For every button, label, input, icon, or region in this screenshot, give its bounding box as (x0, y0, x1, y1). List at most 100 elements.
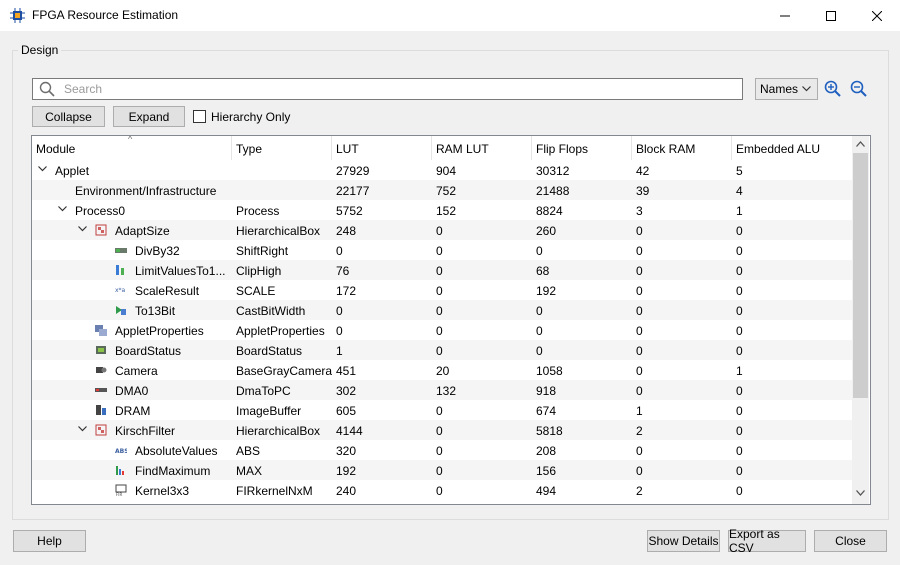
cell-ramlut: 0 (436, 484, 443, 498)
zoom-in-icon[interactable] (824, 80, 841, 97)
cell-lut: 172 (336, 284, 357, 298)
cell-alu: 0 (736, 344, 743, 358)
show-details-button[interactable]: Show Details (647, 530, 720, 552)
cell-module: AdaptSize (115, 224, 170, 238)
cell-module: DivBy32 (135, 244, 180, 258)
view-mode-value: Names (760, 82, 799, 96)
expand-toggle-chevron-down-icon[interactable] (37, 163, 47, 175)
collapse-button[interactable]: Collapse (32, 106, 105, 127)
cell-module: BoardStatus (115, 344, 182, 358)
hierarchy-only-checkbox[interactable] (193, 110, 206, 123)
column-header-block-ram[interactable]: Block RAM (632, 136, 732, 160)
cell-module: AppletProperties (115, 324, 204, 338)
expand-button[interactable]: Expand (113, 106, 185, 127)
scroll-down-icon[interactable] (856, 490, 865, 496)
expand-toggle-chevron-down-icon[interactable] (77, 223, 87, 235)
cell-bram: 0 (636, 284, 643, 298)
column-header-type[interactable]: Type (232, 136, 332, 160)
zoom-out-icon[interactable] (850, 80, 867, 97)
dma-icon (95, 384, 107, 396)
cell-ff: 0 (536, 344, 543, 358)
close-button[interactable]: Close (814, 530, 887, 552)
table-row[interactable]: LimitValuesTo1... ClipHigh 76 0 68 0 0 (32, 260, 852, 280)
cell-ff: 192 (536, 284, 557, 298)
cell-alu: 0 (736, 324, 743, 338)
table-row[interactable]: x*a ScaleResult SCALE 172 0 192 0 0 (32, 280, 852, 300)
cell-type: SCALE (236, 284, 276, 298)
column-header-ram-lut[interactable]: RAM LUT (432, 136, 532, 160)
table-row[interactable]: To13Bit CastBitWidth 0 0 0 0 0 (32, 300, 852, 320)
column-header-lut[interactable]: LUT (332, 136, 432, 160)
help-button[interactable]: Help (13, 530, 86, 552)
table-row[interactable]: Camera BaseGrayCamera 451 20 1058 0 1 (32, 360, 852, 380)
cell-alu: 0 (736, 444, 743, 458)
cell-ramlut: 0 (436, 444, 443, 458)
table-row[interactable]: FIR Kernel3x3 FIRkernelNxM 240 0 494 2 0 (32, 480, 852, 500)
search-input[interactable]: Search (32, 78, 743, 100)
cell-bram: 3 (636, 204, 643, 218)
cell-ff: 21488 (536, 184, 570, 198)
cell-module: FindMaximum (135, 464, 211, 478)
cell-ff: 0 (536, 324, 543, 338)
cell-alu: 0 (736, 424, 743, 438)
cell-ff: 0 (536, 244, 543, 258)
table-row[interactable]: DMA0 DmaToPC 302 132 918 0 0 (32, 380, 852, 400)
table-row[interactable]: FindMaximum MAX 192 0 156 0 0 (32, 460, 852, 480)
table-row[interactable]: DRAM ImageBuffer 605 0 674 1 0 (32, 400, 852, 420)
cell-ramlut: 0 (436, 344, 443, 358)
table-row[interactable]: AppletProperties AppletProperties 0 0 0 0 0 (32, 320, 852, 340)
cell-type: ShiftRight (236, 244, 289, 258)
cell-type: HierarchicalBox (236, 424, 321, 438)
cell-type: BoardStatus (236, 344, 303, 358)
export-csv-button[interactable]: Export as CSV (728, 527, 806, 555)
window-title: FPGA Resource Estimation (32, 8, 179, 22)
table-row[interactable]: Environment/Infrastructure 22177 752 21488 3… (32, 180, 852, 200)
cell-type: DmaToPC (236, 384, 291, 398)
cell-ramlut: 0 (436, 284, 443, 298)
shift-right-icon (115, 244, 127, 256)
table-row[interactable]: AdaptSize HierarchicalBox 248 0 260 0 0 (32, 220, 852, 240)
scrollbar-thumb[interactable] (853, 153, 868, 398)
cell-lut: 76 (336, 264, 350, 278)
expand-toggle-chevron-down-icon[interactable] (57, 203, 67, 215)
scroll-up-icon[interactable] (856, 141, 865, 147)
svg-text:ABS: ABS (115, 448, 127, 455)
vertical-scrollbar[interactable] (852, 136, 869, 504)
cell-bram: 0 (636, 464, 643, 478)
hierarchy-only-label[interactable]: Hierarchy Only (211, 110, 290, 124)
view-mode-select[interactable]: Names (755, 78, 818, 100)
board-status-icon (95, 344, 107, 356)
cell-ramlut: 0 (436, 404, 443, 418)
cell-alu: 0 (736, 464, 743, 478)
cell-ff: 68 (536, 264, 550, 278)
cell-type: ImageBuffer (236, 404, 302, 418)
column-header-embedded-alu[interactable]: Embedded ALU (732, 136, 852, 160)
cell-lut: 27929 (336, 164, 370, 178)
table-row[interactable]: ABS AbsoluteValues ABS 320 0 208 0 0 (32, 440, 852, 460)
cell-module: Kernel3x3 (135, 484, 190, 498)
cell-ramlut: 0 (436, 224, 443, 238)
table-row[interactable]: DivBy32 ShiftRight 0 0 0 0 0 (32, 240, 852, 260)
abs-icon: ABS (115, 444, 129, 456)
minimize-button[interactable] (762, 0, 808, 31)
cell-alu: 0 (736, 484, 743, 498)
chevron-down-icon (802, 86, 811, 92)
table-row[interactable]: BoardStatus BoardStatus 1 0 0 0 0 (32, 340, 852, 360)
cell-module: LimitValuesTo1... (135, 264, 226, 278)
cell-ff: 208 (536, 444, 557, 458)
cell-bram: 0 (636, 244, 643, 258)
cell-type: CastBitWidth (236, 304, 306, 318)
table-row[interactable]: KirschFilter HierarchicalBox 4144 0 5818 2 0 (32, 420, 852, 440)
expand-toggle-chevron-down-icon[interactable] (77, 423, 87, 435)
cell-ramlut: 0 (436, 304, 443, 318)
column-header-flip-flops[interactable]: Flip Flops (532, 136, 632, 160)
cell-ramlut: 752 (436, 184, 457, 198)
cell-ff: 156 (536, 464, 557, 478)
table-row[interactable]: Applet 27929 904 30312 42 5 (32, 160, 852, 180)
column-header-module[interactable]: ^ Module (32, 136, 232, 160)
table-row[interactable]: Process0 Process 5752 152 8824 3 1 (32, 200, 852, 220)
cell-alu: 0 (736, 224, 743, 238)
close-window-button[interactable] (854, 0, 900, 31)
cell-bram: 0 (636, 264, 643, 278)
maximize-button[interactable] (808, 0, 854, 31)
